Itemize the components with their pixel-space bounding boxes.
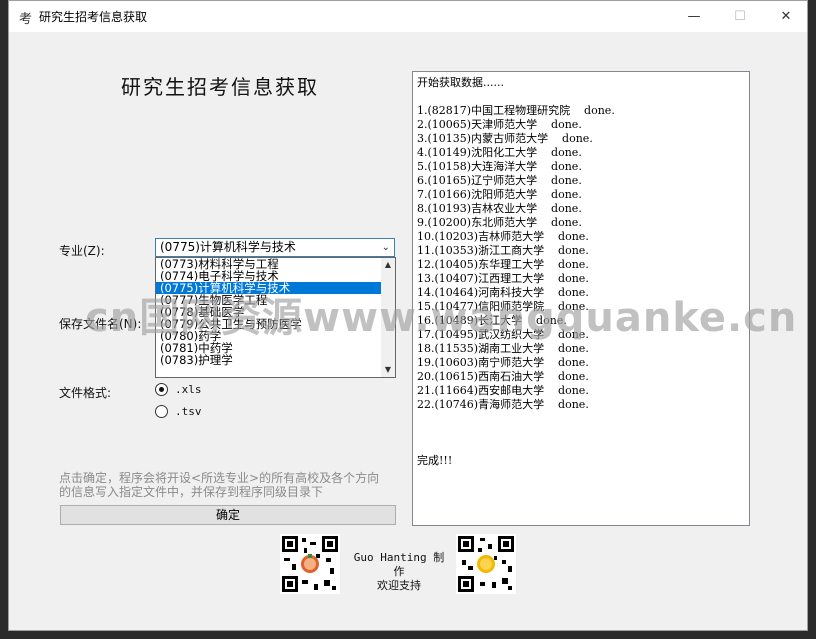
close-button[interactable]: ✕ <box>763 1 809 32</box>
title-bar[interactable]: 考 研究生招考信息获取 — ☐ ✕ <box>9 1 807 32</box>
log-line: 6.(10165)辽宁师范大学 done. <box>417 174 582 187</box>
maximize-button[interactable]: ☐ <box>717 1 763 32</box>
app-icon: 考 <box>19 12 33 27</box>
log-line: 13.(10407)江西理工大学 done. <box>417 272 589 285</box>
log-line: 完成!!! <box>417 454 453 467</box>
format-tsv-radio[interactable] <box>155 405 168 418</box>
confirm-button[interactable]: 确定 <box>60 505 396 525</box>
major-label: 专业(Z): <box>59 244 105 258</box>
format-xls-label: .xls <box>175 383 202 396</box>
scroll-up-icon[interactable]: ▲ <box>381 258 395 272</box>
log-line: 5.(10158)大连海洋大学 done. <box>417 160 582 173</box>
log-line: 21.(11664)西安邮电大学 done. <box>417 384 589 397</box>
author-credit: Guo Hanting 制作 <box>353 551 445 578</box>
qr-code-icon <box>280 534 340 594</box>
credit-block: Guo Hanting 制作 欢迎支持 <box>349 551 449 593</box>
log-line: 20.(10615)西南石油大学 done. <box>417 370 589 383</box>
log-line: 10.(10203)吉林师范大学 done. <box>417 230 589 243</box>
format-tsv-label: .tsv <box>175 405 202 418</box>
log-line: 7.(10166)沈阳师范大学 done. <box>417 188 582 201</box>
log-line: 19.(10603)南宁师范大学 done. <box>417 356 589 369</box>
log-line: 11.(10353)浙江工商大学 done. <box>417 244 589 257</box>
log-line: 12.(10405)东华理工大学 done. <box>417 258 589 271</box>
support-text: 欢迎支持 <box>377 579 421 592</box>
major-select[interactable]: (0775)计算机科学与技术 ⌄ <box>155 238 395 257</box>
log-line: 18.(11535)湖南工业大学 done. <box>417 342 589 355</box>
chevron-down-icon: ⌄ <box>381 242 390 253</box>
format-label: 文件格式: <box>59 386 112 400</box>
log-line: 2.(10065)天津师范大学 done. <box>417 118 582 131</box>
log-line: 9.(10200)东北师范大学 done. <box>417 216 582 229</box>
log-line: 开始获取数据...... <box>417 76 504 89</box>
log-line: 8.(10193)吉林农业大学 done. <box>417 202 582 215</box>
minimize-button[interactable]: — <box>671 1 717 32</box>
window-title: 研究生招考信息获取 <box>39 10 148 24</box>
log-line: 1.(82817)中国工程物理研究院 done. <box>417 104 615 117</box>
instruction-hint: 点击确定，程序会将开设<所选专业>的所有高校及各个方向的信息写入指定文件中，并保… <box>59 471 380 499</box>
log-line: 4.(10149)沈阳化工大学 done. <box>417 146 582 159</box>
scroll-down-icon[interactable]: ▼ <box>381 363 395 377</box>
log-line: 3.(10135)内蒙古师范大学 done. <box>417 132 593 145</box>
format-xls-radio[interactable] <box>155 383 168 396</box>
major-selected-value: (0775)计算机科学与技术 <box>160 240 296 254</box>
page-title: 研究生招考信息获取 <box>121 75 319 99</box>
log-line: 22.(10746)青海师范大学 done. <box>417 398 589 411</box>
qr-code-icon <box>456 534 516 594</box>
dropdown-option[interactable]: (0783)护理学 <box>156 354 395 366</box>
watermark: cn国网资源www.wangquanke.cn <box>85 295 798 341</box>
